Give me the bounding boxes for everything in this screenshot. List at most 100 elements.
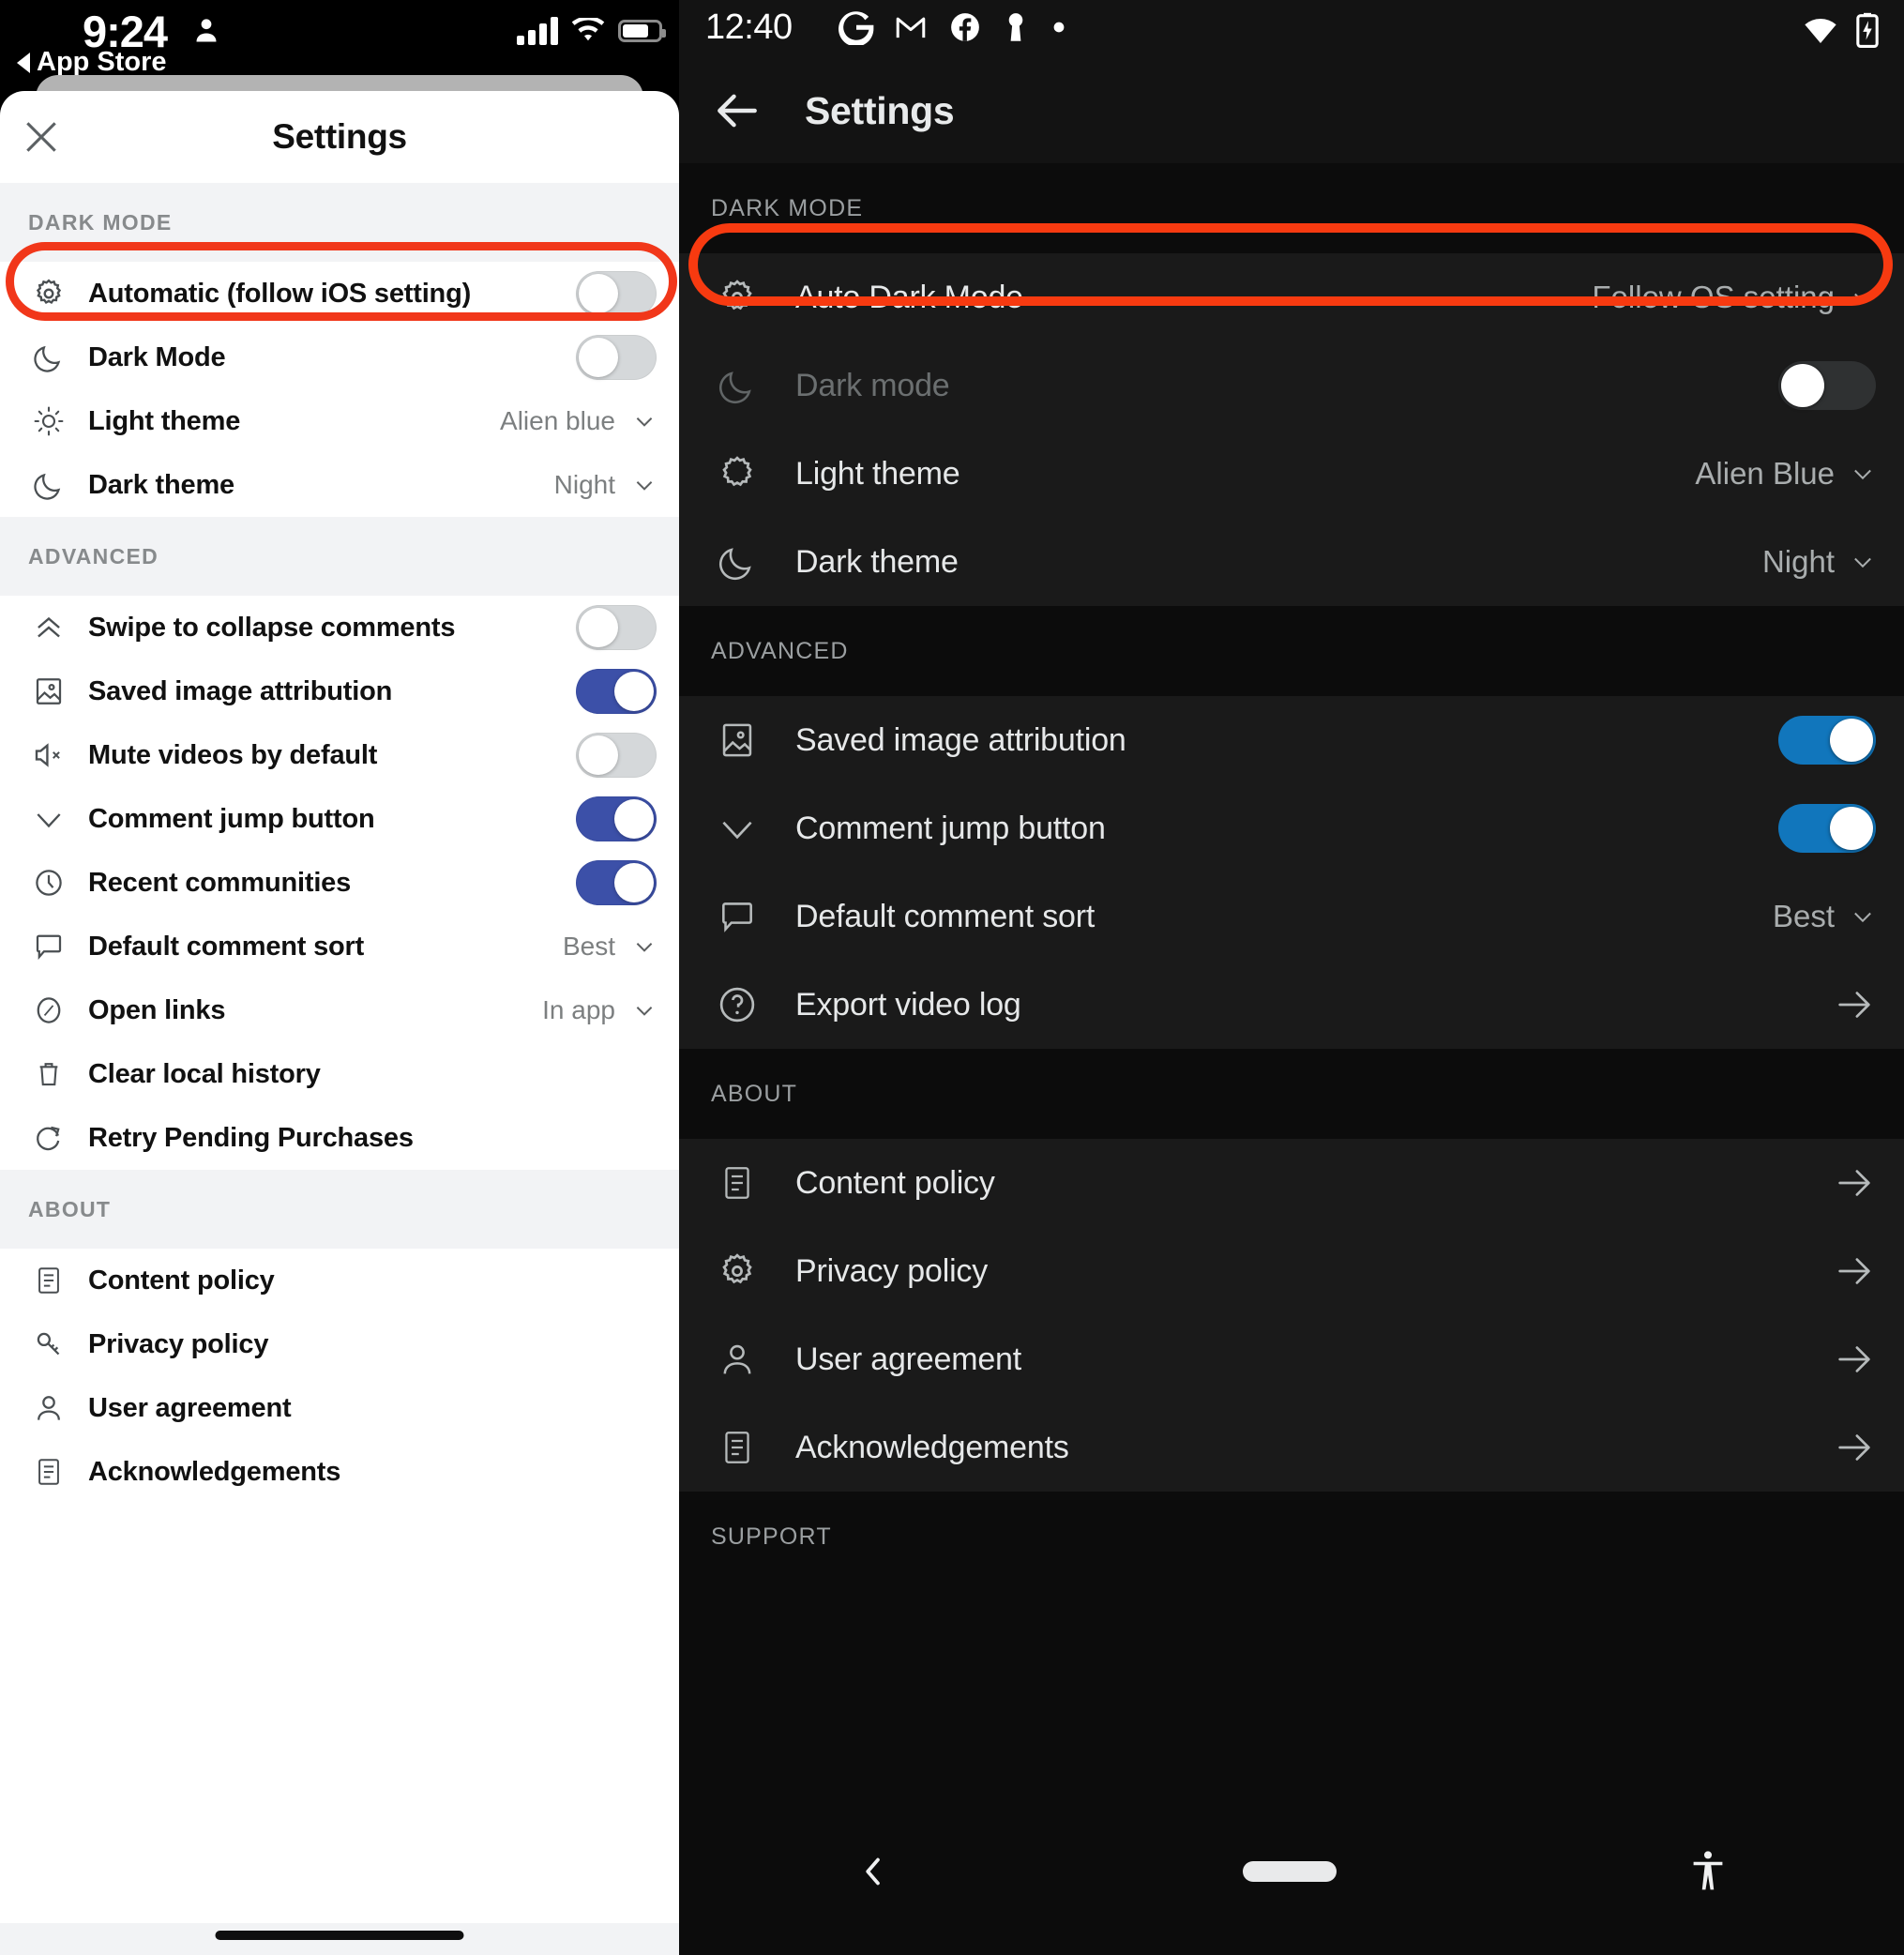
row-control[interactable] bbox=[1778, 361, 1876, 410]
section-header-dark-mode: DARK MODE bbox=[0, 183, 679, 262]
row-control[interactable] bbox=[1833, 1426, 1876, 1469]
row-control[interactable]: Alien Blue bbox=[1695, 456, 1876, 492]
ios-back-to-app-store[interactable]: App Store bbox=[17, 47, 167, 78]
row-control[interactable] bbox=[576, 733, 657, 778]
toggle-swipe-collapse[interactable] bbox=[576, 605, 657, 650]
row-control[interactable]: Night bbox=[1762, 544, 1876, 580]
arrow-right-icon[interactable] bbox=[1833, 1250, 1876, 1293]
arrow-right-icon[interactable] bbox=[1833, 1426, 1876, 1469]
android-row-privacy-policy[interactable]: Privacy policy bbox=[679, 1227, 1904, 1315]
chevron-down-icon[interactable] bbox=[1850, 461, 1876, 487]
arrow-right-icon[interactable] bbox=[1833, 1161, 1876, 1205]
row-control[interactable] bbox=[576, 271, 657, 316]
row-control[interactable]: Follow OS setting bbox=[1592, 280, 1876, 315]
row-control[interactable] bbox=[576, 796, 657, 841]
ios-row-content-policy[interactable]: Content policy bbox=[0, 1249, 679, 1312]
android-row-user-agreement[interactable]: User agreement bbox=[679, 1315, 1904, 1403]
ios-row-clear-local-history[interactable]: Clear local history bbox=[0, 1042, 679, 1106]
ios-row-open-links[interactable]: Open links In app bbox=[0, 978, 679, 1042]
toggle-recent-communities[interactable] bbox=[576, 860, 657, 905]
ios-row-default-comment-sort[interactable]: Default comment sort Best bbox=[0, 915, 679, 978]
android-row-default-comment-sort[interactable]: Default comment sort Best bbox=[679, 872, 1904, 961]
section-label: SUPPORT bbox=[711, 1523, 832, 1550]
row-control[interactable]: Alien blue bbox=[500, 406, 657, 436]
ios-row-saved-image-attribution[interactable]: Saved image attribution bbox=[0, 659, 679, 723]
page-title: Settings bbox=[805, 88, 955, 132]
row-control[interactable] bbox=[1833, 983, 1876, 1026]
chevron-down-icon[interactable] bbox=[632, 998, 657, 1023]
ios-back-label: App Store bbox=[37, 47, 167, 77]
row-label: Acknowledgements bbox=[795, 1429, 1069, 1465]
chevron-down-icon[interactable] bbox=[632, 473, 657, 497]
row-control[interactable]: Best bbox=[563, 932, 657, 962]
document-icon bbox=[711, 1421, 763, 1474]
toggle-dark-mode[interactable] bbox=[1778, 361, 1876, 410]
chevron-down-icon[interactable] bbox=[632, 409, 657, 433]
android-row-content-policy[interactable]: Content policy bbox=[679, 1139, 1904, 1227]
ios-row-light-theme[interactable]: Light theme Alien blue bbox=[0, 389, 679, 453]
android-row-dark-mode[interactable]: Dark mode bbox=[679, 341, 1904, 430]
ios-row-user-agreement[interactable]: User agreement bbox=[0, 1376, 679, 1440]
ios-row-retry-pending-purchases[interactable]: Retry Pending Purchases bbox=[0, 1106, 679, 1170]
ios-row-privacy-policy[interactable]: Privacy policy bbox=[0, 1312, 679, 1376]
ios-row-recent-communities[interactable]: Recent communities bbox=[0, 851, 679, 915]
row-label: Swipe to collapse comments bbox=[88, 612, 456, 643]
row-control[interactable] bbox=[1778, 804, 1876, 853]
ios-row-dark-theme[interactable]: Dark theme Night bbox=[0, 453, 679, 517]
ios-status-bar: 9:24 App Store bbox=[0, 0, 679, 84]
android-row-acknowledgements[interactable]: Acknowledgements bbox=[679, 1403, 1904, 1492]
arrow-right-icon[interactable] bbox=[1833, 1338, 1876, 1381]
row-control[interactable]: Night bbox=[554, 470, 657, 500]
toggle-comment-jump-button[interactable] bbox=[1778, 804, 1876, 853]
toggle-automatic[interactable] bbox=[576, 271, 657, 316]
ios-row-automatic[interactable]: Automatic (follow iOS setting) bbox=[0, 262, 679, 326]
toggle-comment-jump[interactable] bbox=[576, 796, 657, 841]
chevron-down-icon[interactable] bbox=[1850, 903, 1876, 930]
ios-settings-sheet: Settings DARK MODE Automatic (follow iOS… bbox=[0, 91, 679, 1955]
ios-panel: 9:24 App Store Settings DARK MODE Automa… bbox=[0, 0, 679, 1955]
nav-back-icon[interactable] bbox=[854, 1853, 892, 1890]
person-icon bbox=[196, 19, 217, 42]
android-row-comment-jump-button[interactable]: Comment jump button bbox=[679, 784, 1904, 872]
row-control[interactable]: In app bbox=[542, 995, 657, 1025]
signal-icon bbox=[517, 17, 558, 45]
android-row-auto-dark-mode[interactable]: Auto Dark Mode Follow OS setting bbox=[679, 253, 1904, 341]
chevron-down-icon[interactable] bbox=[1850, 549, 1876, 575]
image-icon bbox=[711, 714, 763, 766]
row-control[interactable] bbox=[576, 335, 657, 380]
row-control[interactable] bbox=[576, 669, 657, 714]
ios-row-comment-jump[interactable]: Comment jump button bbox=[0, 787, 679, 851]
toggle-saved-image-attribution[interactable] bbox=[1778, 716, 1876, 765]
android-row-dark-theme[interactable]: Dark theme Night bbox=[679, 518, 1904, 606]
toggle-dark-mode[interactable] bbox=[576, 335, 657, 380]
chevron-down-icon[interactable] bbox=[1850, 284, 1876, 311]
row-control[interactable]: Best bbox=[1773, 899, 1876, 934]
row-label: Dark Mode bbox=[88, 341, 226, 372]
row-control[interactable] bbox=[1833, 1250, 1876, 1293]
chevron-down-icon[interactable] bbox=[632, 934, 657, 959]
row-control[interactable] bbox=[1833, 1338, 1876, 1381]
row-label: Light theme bbox=[795, 455, 960, 492]
toggle-mute-videos[interactable] bbox=[576, 733, 657, 778]
google-icon bbox=[839, 11, 874, 45]
chevrons-up-icon bbox=[24, 607, 73, 648]
arrow-left-icon[interactable] bbox=[711, 84, 763, 137]
android-row-light-theme[interactable]: Light theme Alien Blue bbox=[679, 430, 1904, 518]
row-value: Follow OS setting bbox=[1592, 280, 1835, 314]
android-row-export-video-log[interactable]: Export video log bbox=[679, 961, 1904, 1049]
ios-row-dark-mode[interactable]: Dark Mode bbox=[0, 326, 679, 389]
row-control[interactable] bbox=[1833, 1161, 1876, 1205]
image-icon bbox=[24, 671, 73, 712]
ios-row-swipe-collapse[interactable]: Swipe to collapse comments bbox=[0, 596, 679, 659]
row-control[interactable] bbox=[576, 860, 657, 905]
android-row-saved-image-attribution[interactable]: Saved image attribution bbox=[679, 696, 1904, 784]
nav-home-pill[interactable] bbox=[1243, 1861, 1337, 1882]
arrow-right-icon[interactable] bbox=[1833, 983, 1876, 1026]
row-control[interactable] bbox=[576, 605, 657, 650]
ios-row-acknowledgements[interactable]: Acknowledgements bbox=[0, 1440, 679, 1504]
accessibility-icon[interactable] bbox=[1687, 1849, 1729, 1894]
toggle-saved-image-attribution[interactable] bbox=[576, 669, 657, 714]
row-control[interactable] bbox=[1778, 716, 1876, 765]
close-icon[interactable] bbox=[21, 116, 62, 158]
ios-row-mute-videos[interactable]: Mute videos by default bbox=[0, 723, 679, 787]
